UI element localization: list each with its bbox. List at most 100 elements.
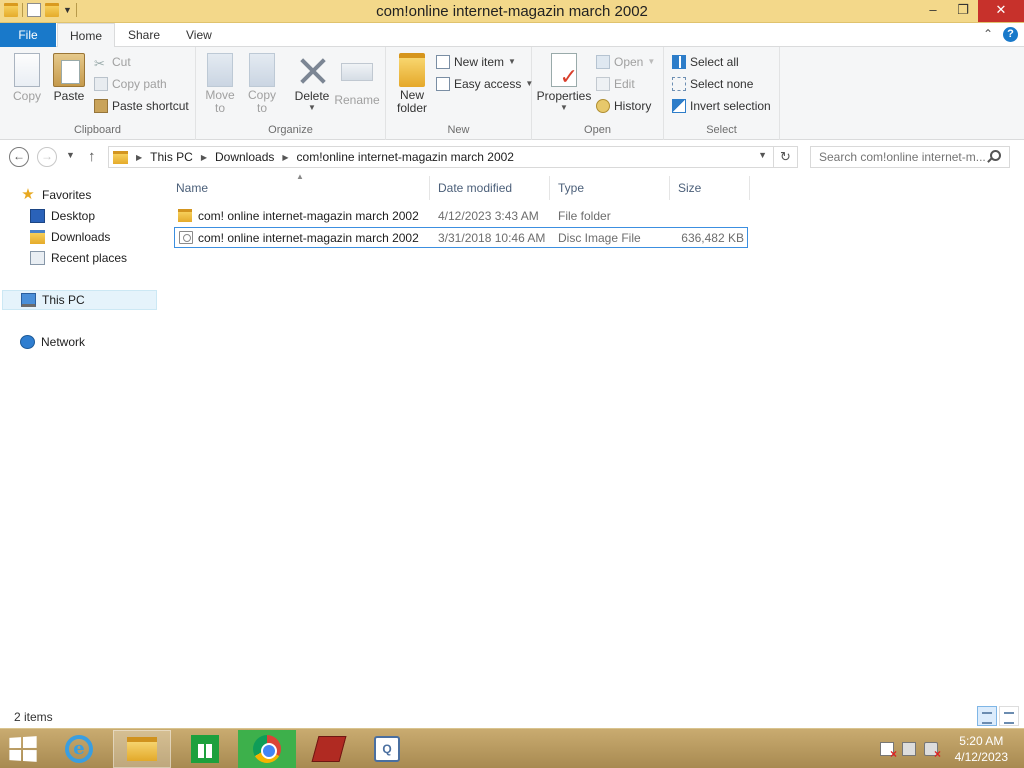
status-bar: 2 items xyxy=(0,705,1024,727)
item-count: 2 items xyxy=(14,710,53,724)
column-header-size[interactable]: Size xyxy=(670,176,750,200)
nav-item-network[interactable]: Network xyxy=(20,332,85,352)
up-button[interactable]: ↑ xyxy=(88,148,96,165)
paste-button[interactable]: Paste xyxy=(50,53,88,103)
taskbar-store[interactable] xyxy=(176,730,234,768)
properties-button[interactable]: Properties ▼ xyxy=(536,53,592,112)
delete-x-icon xyxy=(296,53,328,87)
history-button[interactable]: History xyxy=(596,97,651,115)
cut-label: Cut xyxy=(112,55,131,69)
nav-item-downloads[interactable]: Downloads xyxy=(30,227,110,247)
address-dropdown-icon[interactable]: ▼ xyxy=(758,150,767,160)
volume-muted-icon[interactable] xyxy=(924,742,941,761)
group-label-new: New xyxy=(447,124,470,136)
breadcrumb-this-pc[interactable]: This PC xyxy=(150,150,193,164)
clock-time: 5:20 AM xyxy=(959,734,1004,748)
rename-icon xyxy=(341,63,373,81)
taskbar-file-explorer[interactable] xyxy=(113,730,171,768)
new-item-button[interactable]: New item ▼ xyxy=(436,53,516,71)
breadcrumb-current-folder[interactable]: com!online internet-magazin march 2002 xyxy=(297,150,514,164)
windows-logo-tile xyxy=(9,737,22,749)
nav-item-this-pc[interactable]: This PC xyxy=(2,290,157,310)
column-header-date-modified[interactable]: Date modified xyxy=(430,176,550,200)
forward-button[interactable]: → xyxy=(37,147,57,167)
taskbar-app[interactable] xyxy=(300,730,358,768)
file-size xyxy=(664,206,744,226)
move-to-button[interactable]: Move to xyxy=(202,53,238,115)
select-none-label: Select none xyxy=(690,77,754,91)
select-all-button[interactable]: Select all xyxy=(672,53,739,71)
network-status-icon[interactable] xyxy=(902,742,916,756)
properties-dropdown-icon[interactable]: ▼ xyxy=(536,103,592,112)
rename-label: Rename xyxy=(334,93,380,107)
star-icon: ★ xyxy=(21,186,35,203)
nav-item-desktop[interactable]: Desktop xyxy=(30,206,95,226)
recent-locations-chevron-icon[interactable]: ▼ xyxy=(66,150,75,160)
column-header-name[interactable]: Name xyxy=(168,176,430,200)
file-row[interactable]: com! online internet-magazin march 2002 … xyxy=(174,227,748,248)
breadcrumb-downloads[interactable]: Downloads xyxy=(215,150,274,164)
easy-access-button[interactable]: Easy access ▼ xyxy=(436,75,533,93)
delete-dropdown-icon[interactable]: ▼ xyxy=(292,103,332,112)
new-folder-icon xyxy=(399,53,425,87)
tab-file[interactable]: File xyxy=(0,23,56,47)
new-item-label: New item xyxy=(454,55,505,69)
nav-item-recent-places[interactable]: Recent places xyxy=(30,248,127,268)
file-explorer-icon xyxy=(127,737,157,761)
edit-label: Edit xyxy=(614,77,635,91)
breadcrumb-separator-icon[interactable]: ▶ xyxy=(136,153,142,162)
group-label-clipboard: Clipboard xyxy=(73,124,122,136)
collapse-ribbon-icon[interactable]: ⌃ xyxy=(983,27,993,42)
copy-path-label: Copy path xyxy=(112,77,167,91)
close-button[interactable]: ✕ xyxy=(978,0,1024,22)
tab-home[interactable]: Home xyxy=(57,23,116,48)
action-center-flag-icon[interactable] xyxy=(880,742,897,761)
select-none-button[interactable]: Select none xyxy=(672,75,753,93)
clock[interactable]: 5:20 AM 4/12/2023 xyxy=(955,733,1008,765)
help-icon[interactable]: ? xyxy=(1003,27,1018,42)
downloads-folder-icon xyxy=(30,230,45,244)
file-row[interactable]: com! online internet-magazin march 2002 … xyxy=(174,206,748,227)
new-folder-button[interactable]: New folder xyxy=(394,53,430,115)
nav-item-label: Network xyxy=(41,335,86,349)
back-button[interactable]: ← xyxy=(9,147,29,167)
rename-button[interactable]: Rename xyxy=(334,53,380,107)
taskbar-internet-explorer[interactable]: e xyxy=(50,730,108,768)
minimize-button[interactable]: – xyxy=(918,0,948,22)
paste-shortcut-button[interactable]: Paste shortcut xyxy=(94,97,189,115)
address-bar[interactable]: ▶ This PC ▶ Downloads ▶ com!online inter… xyxy=(108,146,774,168)
title-bar: ▼ com!online internet-magazin march 2002… xyxy=(0,0,1024,23)
move-to-label-line2: to xyxy=(214,101,225,115)
breadcrumb-separator-icon[interactable]: ▶ xyxy=(282,153,288,162)
app-icon xyxy=(311,736,347,762)
copy-to-button[interactable]: Copy to xyxy=(244,53,280,115)
navigation-bar: ← → ▼ ↑ ▶ This PC ▶ Downloads ▶ com!onli… xyxy=(0,141,1024,173)
start-button[interactable] xyxy=(9,736,39,762)
history-icon xyxy=(596,99,610,113)
copy-to-label-line2: to xyxy=(256,101,267,115)
tab-share[interactable]: Share xyxy=(116,23,172,47)
file-name: com! online internet-magazin march 2002 xyxy=(198,231,419,245)
refresh-button[interactable]: ↻ xyxy=(774,146,798,168)
details-view-button[interactable] xyxy=(977,706,997,726)
edit-button[interactable]: Edit xyxy=(596,75,635,93)
maximize-button[interactable]: ❐ xyxy=(948,0,978,22)
delete-button[interactable]: Delete ▼ xyxy=(292,53,332,112)
nav-item-favorites[interactable]: ★ Favorites xyxy=(20,185,91,205)
open-button[interactable]: Open ▼ xyxy=(596,53,655,71)
copy-path-button[interactable]: Copy path xyxy=(94,75,167,93)
cut-button[interactable]: Cut xyxy=(94,53,131,71)
disc-image-icon xyxy=(179,231,193,244)
column-header-type[interactable]: Type xyxy=(550,176,670,200)
copy-button[interactable]: Copy xyxy=(8,53,46,103)
search-input[interactable] xyxy=(810,146,1010,168)
large-icons-view-button[interactable] xyxy=(999,706,1019,726)
invert-selection-icon xyxy=(672,99,686,113)
breadcrumb-separator-icon[interactable]: ▶ xyxy=(201,153,207,162)
search-icon[interactable] xyxy=(990,150,1001,161)
taskbar-chrome[interactable] xyxy=(238,730,296,768)
invert-selection-button[interactable]: Invert selection xyxy=(672,97,771,115)
tab-view[interactable]: View xyxy=(174,23,224,47)
easy-access-label: Easy access xyxy=(454,77,522,91)
taskbar-app-q[interactable]: Q xyxy=(358,730,416,768)
